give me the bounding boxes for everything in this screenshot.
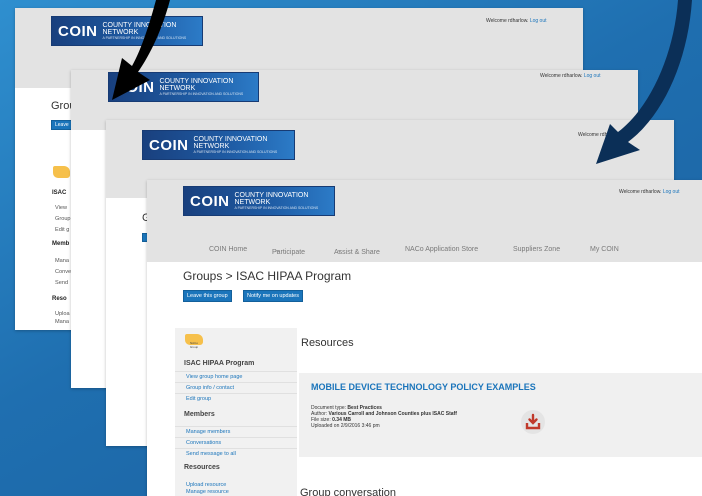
chevron-down-icon: ▼ (275, 249, 280, 255)
main-nav: COIN Home Participate ▼ Assist & Share ▼ N… (147, 242, 702, 257)
logo-name-text: COUNTY INNOVATION NETWORK (234, 191, 309, 207)
logo-name-text: COUNTY INNOVATION NETWORK (193, 135, 268, 151)
resources-title: Reso (52, 296, 67, 302)
nav-item-suppliers-zone[interactable]: Suppliers Zone (513, 246, 560, 253)
logout-link[interactable]: Log out (530, 18, 547, 24)
sidebar-link[interactable]: Conve (55, 269, 71, 275)
logo-name: COUNTY INNOVATION NETWORK A PARTNERSHIP I… (235, 192, 335, 210)
sidebar-link[interactable]: Group (55, 216, 71, 222)
members-title: Members (184, 411, 215, 418)
sidebar-link[interactable]: Send message to all (186, 451, 236, 457)
resources-heading: Resources (301, 337, 354, 349)
welcome-label: Welcome rdharlow. (540, 73, 583, 79)
coin-logo[interactable]: COIN COUNTY INNOVATION NETWORK A PARTNERS… (183, 186, 335, 216)
welcome-text: Welcome rdharlow. Log out (486, 18, 547, 24)
welcome-label: Welcome rdharlow. (619, 189, 662, 195)
leave-group-button[interactable]: Leave this group (183, 290, 232, 302)
screenshot-layer-4: COIN COUNTY INNOVATION NETWORK A PARTNERS… (147, 180, 702, 496)
group-sidebar: NACo Group ISAC HIPAA Program View group… (175, 328, 297, 496)
logo-name: COUNTY INNOVATION NETWORK A PARTNERSHIP I… (194, 136, 295, 154)
logo-tagline: A PARTNERSHIP IN INNOVATION AND SOLUTION… (234, 205, 319, 210)
logo-name-text: COUNTY INNOVATION NETWORK (102, 21, 177, 37)
conversation-heading: Group conversation (300, 487, 396, 496)
welcome-text: Welcome rdharlow. Log out (619, 189, 680, 195)
usa-flag-icon (53, 166, 70, 178)
sidebar-link[interactable]: Edit g (55, 227, 69, 233)
sidebar-link[interactable]: Uploa (55, 311, 70, 317)
sidebar-item-conversations[interactable]: Conversations (175, 437, 297, 446)
download-icon (525, 413, 541, 430)
flag-caption: NACo Group (189, 341, 199, 349)
download-button[interactable] (521, 410, 545, 434)
resource-card: MOBILE DEVICE TECHNOLOGY POLICY EXAMPLES… (299, 373, 702, 457)
resource-uploaded: Uploaded on 2/9/2016 3:46 pm (311, 423, 380, 429)
sidebar-link[interactable]: Mana (55, 319, 69, 325)
sidebar-link[interactable]: Manage resource (186, 489, 229, 495)
nav-item-coin-home[interactable]: COIN Home (209, 246, 247, 253)
sidebar-link[interactable]: View (55, 205, 67, 211)
chevron-down-icon: ▼ (337, 249, 342, 255)
logo-brand: COIN (190, 192, 230, 210)
sidebar-link[interactable]: Edit group (186, 396, 211, 402)
sidebar-link[interactable]: Group info / contact (186, 385, 234, 391)
sidebar-item-send-message[interactable]: Send message to all (175, 448, 297, 457)
nav-item-my-coin[interactable]: My COIN (590, 246, 619, 253)
welcome-text: Welcome rdharlow. Log out (540, 73, 601, 79)
sidebar-item-edit-group[interactable]: Edit group (175, 393, 297, 402)
logout-link[interactable]: Log out (663, 189, 680, 195)
logo-name-text: COUNTY INNOVATION NETWORK (159, 77, 234, 93)
members-title: Memb (52, 241, 70, 247)
coin-logo[interactable]: COIN COUNTY INNOVATION NETWORK A PARTNERS… (108, 72, 259, 102)
leave-group-button[interactable]: Leave (51, 120, 73, 130)
resources-title: Resources (184, 464, 220, 471)
page-breadcrumb: Groups > ISAC HIPAA Program (183, 269, 352, 283)
logo-name: COUNTY INNOVATION NETWORK A PARTNERSHIP I… (160, 78, 259, 96)
logo-tagline: A PARTNERSHIP IN INNOVATION AND SOLUTION… (159, 91, 244, 96)
sidebar-link[interactable]: Conversations (186, 440, 221, 446)
notify-updates-button[interactable]: Notify me on updates (243, 290, 303, 302)
group-title: ISAC HIPAA Program (184, 360, 255, 367)
coin-logo[interactable]: COIN COUNTY INNOVATION NETWORK A PARTNERS… (142, 130, 295, 160)
nav-item-naco-app-store[interactable]: NACo Application Store (405, 246, 478, 253)
logo-tagline: A PARTNERSHIP IN INNOVATION AND SOLUTION… (102, 35, 187, 40)
logo-brand: COIN (149, 136, 189, 154)
welcome-label: Welcome rdharlow. (486, 18, 529, 24)
sidebar-item-manage-members[interactable]: Manage members (175, 426, 297, 435)
sidebar-link[interactable]: Upload resource (186, 482, 226, 488)
sidebar-link[interactable]: Manage members (186, 429, 230, 435)
logo-brand: COIN (115, 78, 155, 96)
logout-link[interactable]: Log out (584, 73, 601, 79)
sidebar-item-view-home[interactable]: View group home page (175, 371, 297, 380)
logo-brand: COIN (58, 22, 98, 40)
usa-flag-icon: NACo Group (185, 334, 203, 349)
resource-title[interactable]: MOBILE DEVICE TECHNOLOGY POLICY EXAMPLES (311, 382, 536, 392)
sidebar-link[interactable]: View group home page (186, 374, 242, 380)
logo-tagline: A PARTNERSHIP IN INNOVATION AND SOLUTION… (193, 149, 278, 154)
sidebar-link[interactable]: Mana (55, 258, 69, 264)
welcome-text: Welcome rdharl (578, 132, 613, 138)
sidebar-link[interactable]: Send (55, 280, 68, 286)
logo-name: COUNTY INNOVATION NETWORK A PARTNERSHIP I… (103, 22, 203, 40)
sidebar-item-group-info[interactable]: Group info / contact (175, 382, 297, 391)
group-title: ISAC (52, 190, 67, 196)
coin-logo[interactable]: COIN COUNTY INNOVATION NETWORK A PARTNERS… (51, 16, 203, 46)
